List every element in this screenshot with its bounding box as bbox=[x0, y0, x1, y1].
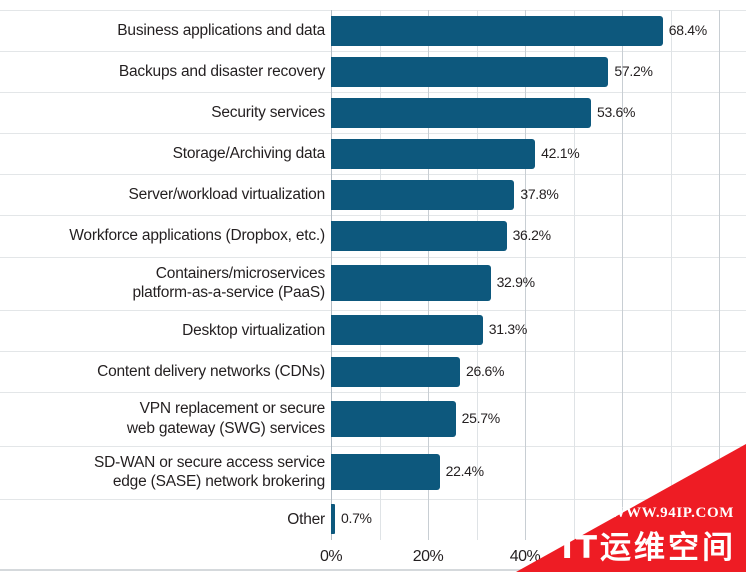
x-tick-label: 40% bbox=[509, 548, 541, 565]
chart-bottom-rule bbox=[0, 569, 746, 571]
category-label-line: SD-WAN or secure access service bbox=[94, 453, 325, 471]
bar-value-label: 53.6% bbox=[596, 103, 636, 120]
x-tick-label: 20% bbox=[412, 548, 444, 565]
category-label: Content delivery networks (CDNs) bbox=[0, 362, 325, 382]
gridline-70 bbox=[670, 10, 672, 540]
bar[interactable] bbox=[331, 56, 609, 87]
category-label-line: platform-as-a-service (PaaS) bbox=[132, 284, 325, 302]
bar-value-label: 26.6% bbox=[466, 362, 505, 379]
category-label-line: web gateway (SWG) services bbox=[126, 419, 325, 437]
bar[interactable] bbox=[331, 400, 456, 437]
category-label-line: Containers/microservices bbox=[155, 264, 325, 282]
bar-value-label: 25.7% bbox=[461, 409, 501, 426]
category-label: Other bbox=[0, 510, 325, 530]
bar-chart: Business applications and data 68.4% Backu… bbox=[0, 0, 746, 572]
category-label-line: Storage/Archiving data bbox=[172, 145, 326, 163]
bar-value-label: 57.2% bbox=[614, 62, 653, 79]
bar[interactable] bbox=[331, 138, 536, 169]
category-label-line: Content delivery networks (CDNs) bbox=[97, 362, 325, 380]
x-axis: 0% 20% 40% bbox=[0, 540, 746, 572]
category-label: SD-WAN or secure access service edge (SAS… bbox=[0, 453, 325, 492]
bar[interactable] bbox=[331, 315, 483, 346]
category-label-line: Backups and disaster recovery bbox=[118, 62, 325, 80]
category-label: Server/workload virtualization bbox=[0, 185, 326, 205]
bar-value-label: 36.2% bbox=[512, 226, 552, 243]
x-tick-label: 0% bbox=[319, 548, 343, 565]
bar-value-label: 37.8% bbox=[520, 185, 559, 202]
category-label: Business applications and data bbox=[0, 21, 325, 41]
bar-value-label: 22.4% bbox=[445, 463, 485, 480]
gridline-60 bbox=[622, 10, 623, 540]
category-label: Desktop virtualization bbox=[0, 321, 325, 341]
category-label: Storage/Archiving data bbox=[0, 144, 326, 164]
bar[interactable] bbox=[331, 15, 663, 46]
category-label: Backups and disaster recovery bbox=[0, 62, 325, 82]
bar-value-label: 68.4% bbox=[668, 21, 708, 38]
category-label-line: Other bbox=[287, 510, 325, 528]
category-label: VPN replacement or secure web gateway (SW… bbox=[0, 399, 325, 438]
category-label-line: edge (SASE) network brokering bbox=[112, 473, 325, 491]
category-label-line: Server/workload virtualization bbox=[128, 186, 326, 204]
bar[interactable] bbox=[331, 179, 515, 210]
bar-value-label: 0.7% bbox=[341, 510, 372, 527]
bar-value-label: 42.1% bbox=[541, 144, 580, 161]
bar[interactable] bbox=[331, 356, 460, 387]
category-label: Security services bbox=[0, 103, 325, 123]
bar-value-label: 31.3% bbox=[488, 321, 528, 338]
bar[interactable] bbox=[331, 504, 335, 535]
category-label: Workforce applications (Dropbox, etc.) bbox=[0, 226, 325, 246]
category-label-line: VPN replacement or secure bbox=[139, 400, 326, 418]
gridline-50 bbox=[573, 10, 575, 540]
bar[interactable] bbox=[331, 265, 491, 302]
category-label-line: Business applications and data bbox=[117, 21, 325, 39]
bar[interactable] bbox=[331, 220, 507, 251]
bar[interactable] bbox=[331, 454, 440, 491]
category-label-line: Desktop virtualization bbox=[182, 321, 325, 339]
bar-value-label: 32.9% bbox=[496, 274, 536, 291]
category-label-line: Security services bbox=[211, 103, 325, 121]
category-label: Containers/microservices platform-as-a-se… bbox=[0, 264, 325, 303]
gridline-80 bbox=[719, 10, 720, 540]
bar[interactable] bbox=[331, 97, 591, 128]
category-label-line: Workforce applications (Dropbox, etc.) bbox=[69, 227, 325, 245]
